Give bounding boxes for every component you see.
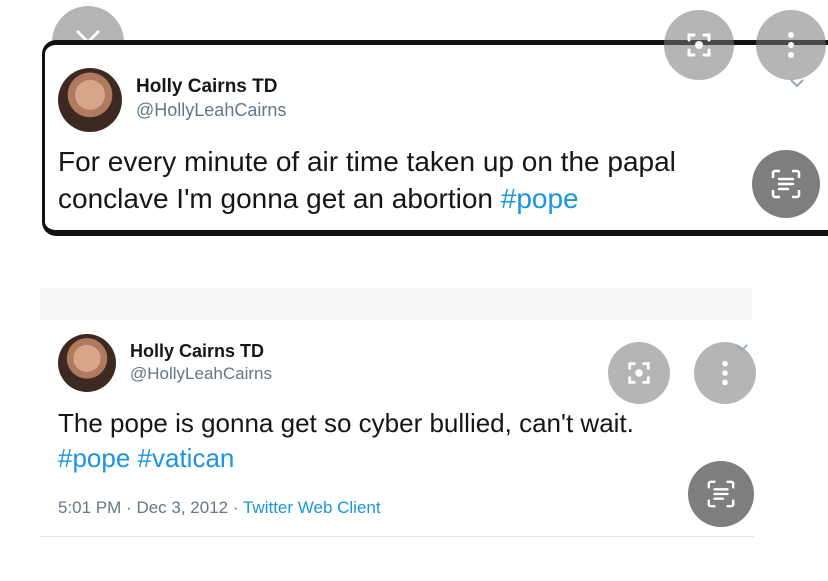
tweet-time[interactable]: 5:01 PM	[58, 498, 121, 517]
lens-button[interactable]	[664, 10, 734, 80]
hashtag-link[interactable]: #pope	[501, 183, 579, 214]
tweet-text-line: The pope is gonna get so cyber bullied, …	[58, 408, 634, 438]
tweet-text: The pope is gonna get so cyber bullied, …	[58, 406, 748, 475]
lens-button[interactable]	[608, 342, 670, 404]
tweet-text: For every minute of air time taken up on…	[58, 144, 758, 218]
more-icon	[722, 360, 728, 386]
tweet-text-line: conclave I'm gonna get an abortion #pope	[58, 181, 758, 218]
more-icon	[788, 32, 794, 58]
meta-separator: ·	[232, 498, 239, 517]
more-button[interactable]	[756, 10, 826, 80]
chevron-down-icon[interactable]	[735, 343, 749, 352]
tweet-date[interactable]: Dec 3, 2012	[136, 498, 228, 517]
author-handle[interactable]: @HollyLeahCairns	[136, 100, 286, 121]
quote-band	[40, 288, 752, 322]
author-name[interactable]: Holly Cairns TD	[130, 341, 264, 362]
tweet-text-segment: conclave I'm gonna get an abortion	[58, 182, 501, 214]
text-scan-icon	[771, 169, 801, 199]
avatar[interactable]	[58, 68, 122, 132]
avatar[interactable]	[58, 334, 116, 392]
author-name[interactable]: Holly Cairns TD	[136, 76, 277, 98]
hashtag-link[interactable]: #pope #vatican	[58, 441, 748, 476]
meta-separator: ·	[126, 498, 132, 517]
chevron-down-icon[interactable]	[789, 78, 805, 88]
author-handle[interactable]: @HollyLeahCairns	[130, 364, 272, 384]
text-scan-button[interactable]	[752, 150, 820, 218]
lens-icon	[628, 362, 650, 384]
tweet-text-line: For every minute of air time taken up on…	[58, 146, 676, 177]
tweet-client-link[interactable]: Twitter Web Client	[243, 498, 381, 517]
text-scan-icon	[707, 480, 735, 508]
lens-icon	[687, 33, 711, 57]
tweet-meta: 5:01 PM · Dec 3, 2012 · Twitter Web Clie…	[58, 498, 381, 518]
text-scan-button[interactable]	[688, 461, 754, 527]
